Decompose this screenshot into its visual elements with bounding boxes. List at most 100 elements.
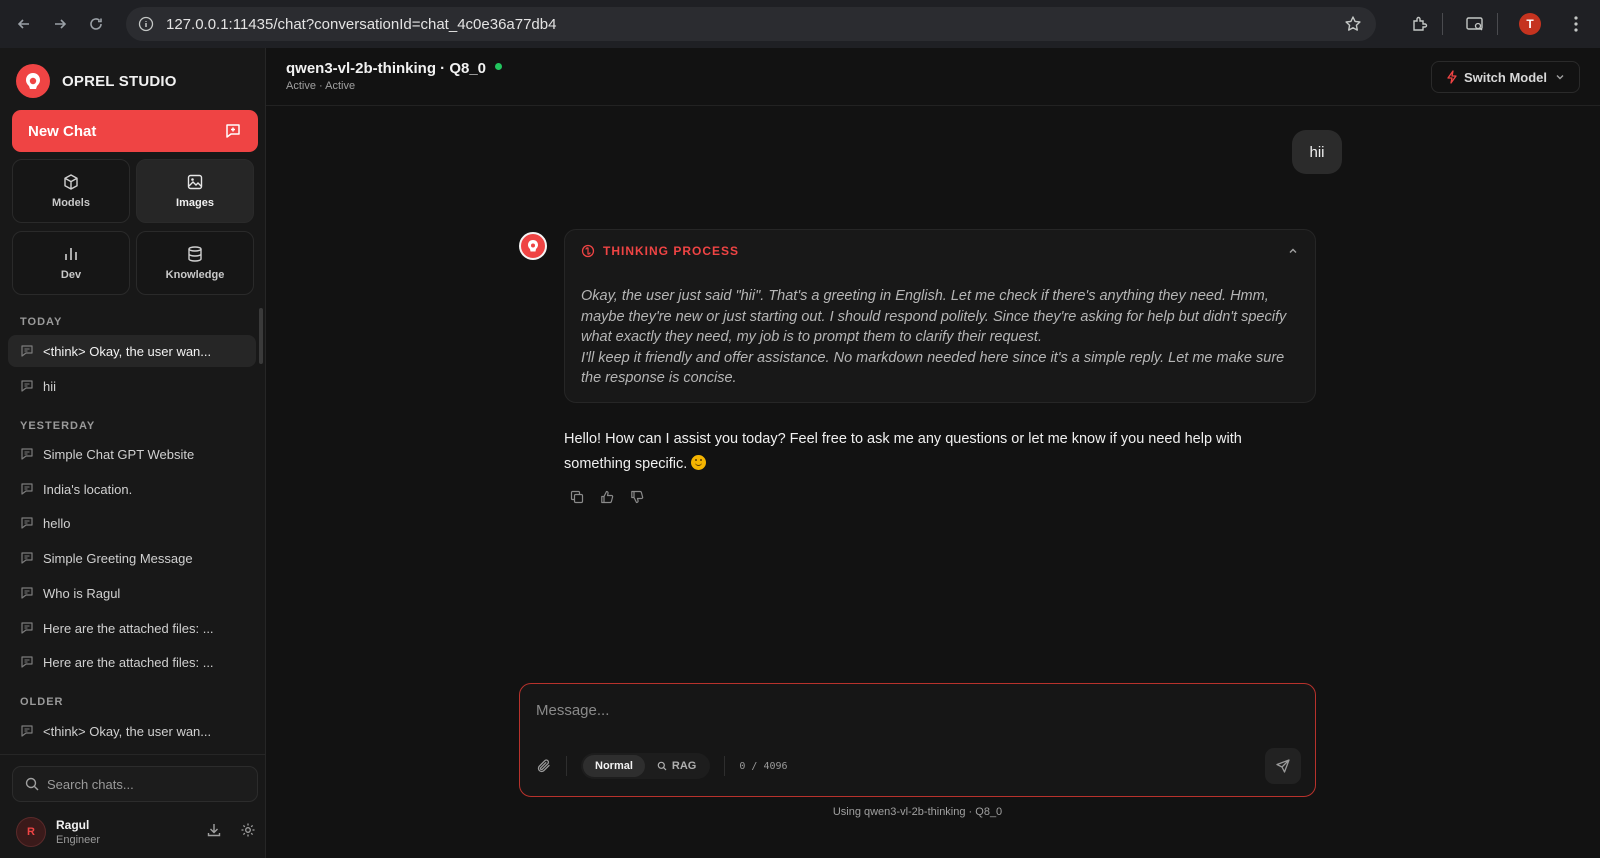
profile-avatar: T bbox=[1519, 13, 1541, 35]
chat-icon bbox=[20, 724, 34, 738]
cube-icon bbox=[62, 173, 80, 191]
chat-item[interactable]: <think> Okay, the user wan... bbox=[8, 335, 256, 367]
mode-rag-button[interactable]: RAG bbox=[645, 755, 708, 777]
chat-icon bbox=[20, 344, 34, 358]
bolt-icon bbox=[1446, 70, 1458, 84]
chat-header: qwen3-vl-2b-thinking · Q8_0 Active · Act… bbox=[266, 48, 1600, 106]
download-icon[interactable] bbox=[206, 822, 222, 838]
copy-icon[interactable] bbox=[570, 490, 584, 504]
tile-models[interactable]: Models bbox=[12, 159, 130, 223]
model-footer-note: Using qwen3-vl-2b-thinking · Q8_0 bbox=[832, 806, 1003, 818]
chat-item-title: Who is Ragul bbox=[43, 585, 121, 601]
tile-label: Images bbox=[176, 197, 214, 209]
thumbs-up-icon[interactable] bbox=[600, 490, 614, 504]
url-text: 127.0.0.1:11435/chat?conversationId=chat… bbox=[166, 15, 557, 33]
chat-item[interactable]: hii bbox=[8, 370, 256, 402]
chat-item[interactable]: Here are the attached files: ... bbox=[8, 646, 256, 678]
thumbs-down-icon[interactable] bbox=[630, 490, 644, 504]
chat-item-title: <think> Okay, the user wan... bbox=[43, 723, 212, 739]
brand[interactable]: OPREL STUDIO bbox=[16, 64, 177, 98]
mode-normal-button[interactable]: Normal bbox=[583, 755, 645, 777]
chat-item[interactable]: Simple Chat GPT Website bbox=[8, 438, 256, 470]
new-chat-label: New Chat bbox=[28, 122, 97, 140]
chevron-down-icon bbox=[1555, 72, 1565, 82]
bar-chart-icon bbox=[62, 245, 80, 263]
chat-item[interactable]: India's location. bbox=[8, 473, 256, 505]
address-bar[interactable]: 127.0.0.1:11435/chat?conversationId=chat… bbox=[126, 7, 1376, 41]
chat-item-title: India's location. bbox=[43, 481, 133, 497]
site-info-icon[interactable] bbox=[138, 16, 154, 32]
section-older: OLDER bbox=[20, 696, 64, 708]
sidebar-divider bbox=[0, 754, 266, 755]
tile-label: Dev bbox=[60, 269, 82, 281]
tile-label: Knowledge bbox=[165, 269, 225, 281]
switch-model-label: Switch Model bbox=[1463, 69, 1547, 85]
model-status: Active · Active bbox=[286, 80, 356, 92]
user-profile[interactable]: R Ragul Engineer bbox=[16, 814, 256, 850]
brand-logo-icon bbox=[16, 64, 50, 98]
send-button[interactable] bbox=[1265, 748, 1301, 784]
thinking-paragraph: Okay, the user just said "hii". That's a… bbox=[581, 288, 1287, 346]
chat-icon bbox=[20, 586, 34, 600]
tile-dev[interactable]: Dev bbox=[12, 231, 130, 295]
chat-item[interactable]: Here are the attached files: ... bbox=[8, 612, 256, 644]
browser-toolbar: 127.0.0.1:11435/chat?conversationId=chat… bbox=[0, 0, 1600, 48]
model-name: qwen3-vl-2b-thinking · Q8_0 bbox=[286, 60, 487, 77]
chat-icon bbox=[20, 516, 34, 530]
extensions-icon[interactable] bbox=[1402, 6, 1438, 42]
back-button[interactable] bbox=[6, 6, 42, 42]
tile-label: Models bbox=[52, 197, 90, 209]
forward-button[interactable] bbox=[42, 6, 78, 42]
chat-item-title: <think> Okay, the user wan... bbox=[43, 343, 212, 359]
message-input[interactable]: Message... bbox=[536, 702, 609, 719]
status-dot bbox=[495, 63, 503, 70]
thinking-label: THINKING PROCESS bbox=[603, 244, 740, 258]
message-actions bbox=[570, 490, 660, 504]
toolbar-divider bbox=[1442, 13, 1443, 35]
smile-emoji-icon bbox=[691, 454, 707, 470]
chat-item-title: Simple Greeting Message bbox=[43, 550, 193, 566]
chat-icon bbox=[20, 379, 34, 393]
thinking-header[interactable]: THINKING PROCESS bbox=[581, 244, 739, 258]
user-role: Engineer bbox=[56, 834, 101, 846]
bookmark-star-icon[interactable] bbox=[1344, 15, 1362, 33]
tab-search-icon[interactable] bbox=[1457, 6, 1493, 42]
settings-gear-icon[interactable] bbox=[240, 822, 256, 838]
paperclip-icon[interactable] bbox=[536, 758, 552, 774]
chat-item-title: hello bbox=[43, 515, 71, 531]
assistant-message: Hello! How can I assist you today? Feel … bbox=[564, 427, 1304, 476]
reload-button[interactable] bbox=[78, 6, 114, 42]
search-chats-input[interactable]: Search chats... bbox=[12, 766, 258, 802]
new-chat-button[interactable]: New Chat bbox=[12, 110, 258, 152]
chat-item[interactable]: hello bbox=[8, 507, 256, 539]
chevron-up-icon[interactable] bbox=[1287, 245, 1299, 257]
message-composer[interactable]: Message... Normal RAG 0 / 4096 bbox=[519, 683, 1316, 797]
send-icon bbox=[1275, 758, 1291, 774]
profile-button[interactable]: T bbox=[1512, 6, 1548, 42]
token-counter: 0 / 4096 bbox=[739, 760, 788, 772]
sidebar-scrollbar[interactable] bbox=[259, 308, 263, 364]
section-today: TODAY bbox=[20, 316, 63, 328]
assistant-avatar-icon bbox=[519, 232, 547, 260]
chat-item-title: Here are the attached files: ... bbox=[43, 620, 214, 636]
switch-model-button[interactable]: Switch Model bbox=[1430, 61, 1580, 93]
browser-menu-icon[interactable] bbox=[1558, 6, 1594, 42]
mode-toggle: Normal RAG bbox=[581, 753, 711, 779]
brain-icon bbox=[581, 244, 595, 258]
thinking-paragraph: I'll keep it friendly and offer assistan… bbox=[581, 349, 1285, 387]
new-chat-icon bbox=[224, 122, 242, 140]
chat-icon bbox=[20, 447, 34, 461]
chat-item[interactable]: Who is Ragul bbox=[8, 577, 256, 609]
chat-item[interactable]: <think> Okay, the user wan... bbox=[8, 715, 256, 747]
image-icon bbox=[186, 173, 204, 191]
chat-item-title: Here are the attached files: ... bbox=[43, 654, 214, 670]
tile-images[interactable]: Images bbox=[136, 159, 254, 223]
chat-item-title: hii bbox=[43, 378, 57, 394]
chat-item[interactable]: Simple Greeting Message bbox=[8, 542, 256, 574]
chat-item-title: Simple Chat GPT Website bbox=[43, 446, 195, 462]
sidebar: OPREL STUDIO New Chat Models Images Dev … bbox=[0, 48, 266, 858]
tile-knowledge[interactable]: Knowledge bbox=[136, 231, 254, 295]
composer-divider bbox=[724, 756, 726, 776]
section-yesterday: YESTERDAY bbox=[20, 420, 96, 432]
chat-icon bbox=[20, 551, 34, 565]
